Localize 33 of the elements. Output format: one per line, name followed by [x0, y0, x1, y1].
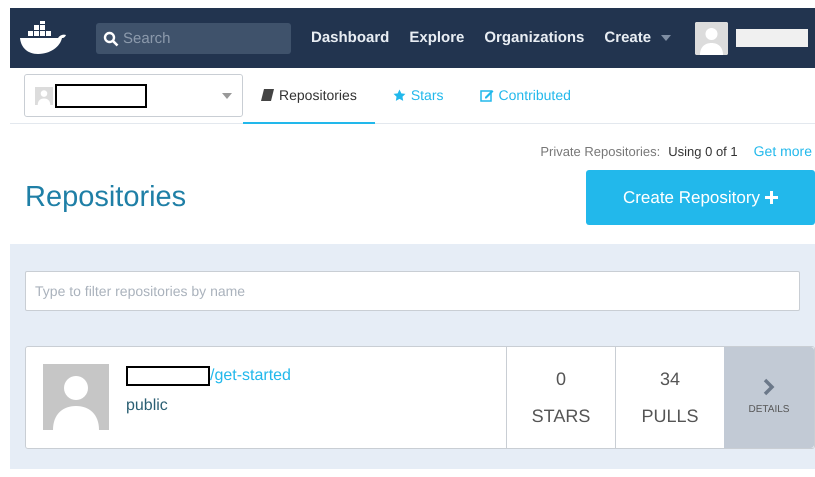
tab[interactable]: Repositories	[243, 68, 375, 124]
stars-count: 0	[556, 368, 566, 390]
get-more-link[interactable]: Get more	[754, 141, 812, 162]
nav-link[interactable]: Explore	[409, 26, 464, 50]
avatar-icon	[35, 86, 53, 104]
caret-icon[interactable]	[661, 35, 672, 41]
create-repository-button[interactable]: Create Repository	[586, 170, 815, 225]
visibility-label: public	[126, 396, 169, 416]
caret-icon	[222, 92, 232, 98]
book-icon	[261, 89, 274, 101]
quota-label: Private Repositories:	[540, 142, 660, 161]
quota-usage: Using 0 of 1	[668, 142, 738, 161]
filter-field[interactable]: Type to filter repositories by name	[25, 271, 800, 311]
nav-link[interactable]: Organizations	[484, 26, 584, 50]
chevron-right-icon	[763, 378, 775, 396]
avatar-icon[interactable]	[695, 22, 728, 54]
nav-link[interactable]: Create	[604, 26, 652, 50]
plus-icon	[765, 191, 778, 204]
account-select[interactable]	[24, 74, 243, 117]
star-icon	[392, 88, 406, 102]
tab[interactable]: Contributed	[462, 68, 589, 124]
nav-link[interactable]: Dashboard	[311, 26, 390, 50]
repository-link[interactable]: /get-started	[210, 364, 291, 388]
details-button[interactable]: DETAILS	[724, 347, 814, 448]
search-icon	[103, 30, 119, 46]
search-field[interactable]: Search	[96, 22, 291, 54]
avatar-icon	[43, 364, 109, 430]
pulls-label: PULLS	[641, 404, 699, 428]
edit-icon	[480, 88, 494, 102]
stars-label: STARS	[532, 404, 590, 428]
pulls-count: 34	[660, 368, 680, 390]
page-title: Repositories	[25, 180, 186, 215]
tab[interactable]: Stars	[374, 68, 462, 124]
